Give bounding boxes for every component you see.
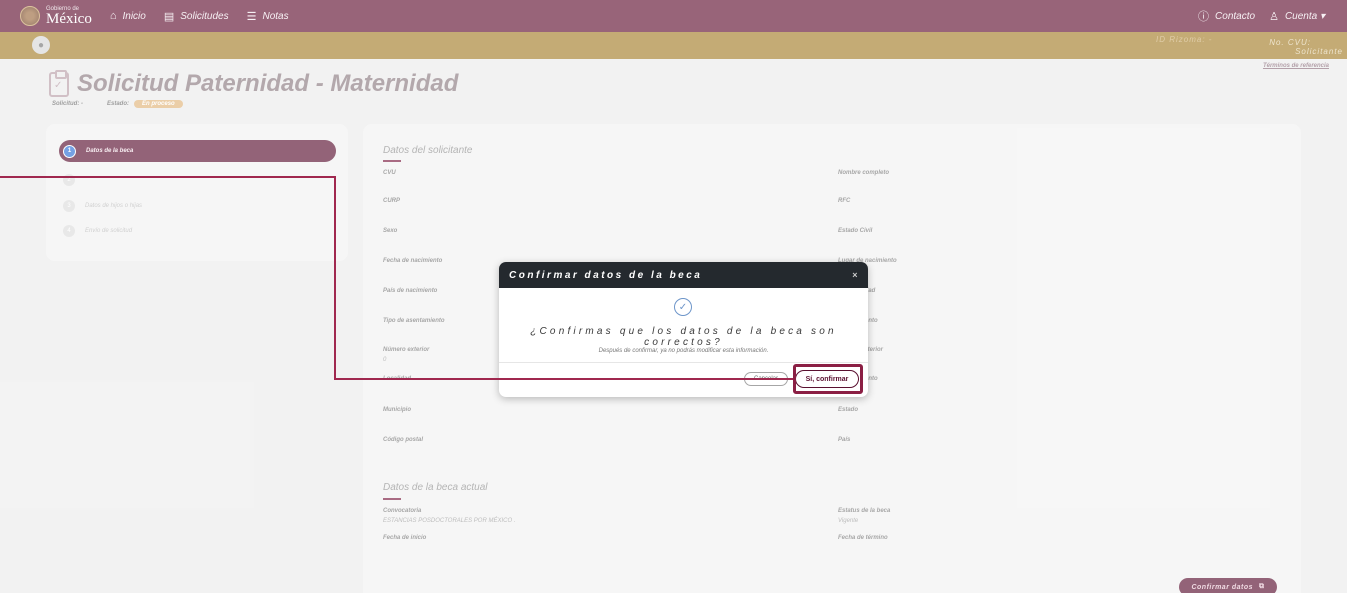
check-circle-icon: ✓ — [674, 298, 692, 316]
close-icon[interactable]: × — [852, 270, 860, 280]
dialog-header: Confirmar datos de la beca × — [499, 262, 868, 288]
annotation-line — [334, 176, 336, 380]
annotation-line — [334, 378, 794, 380]
dialog-question: ¿Confirmas que los datos de la beca son … — [530, 326, 837, 348]
dialog-title: Confirmar datos de la beca — [509, 269, 703, 281]
annotation-line — [0, 176, 336, 178]
annotation-highlight-box — [793, 364, 863, 394]
dialog-divider — [499, 362, 868, 363]
dialog-note: Después de confirmar, ya no podrás modif… — [598, 348, 769, 354]
